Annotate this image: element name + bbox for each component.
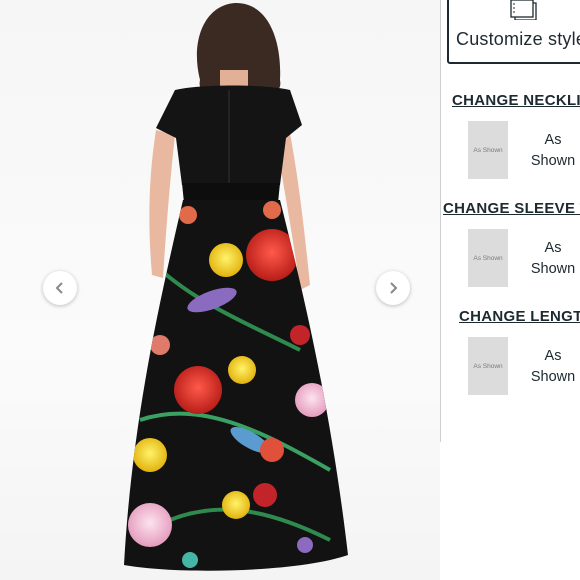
sleeve-option-thumbnail[interactable]: As Shown (468, 229, 508, 287)
change-sleeve-type-link[interactable]: CHANGE SLEEVE TYPE (443, 200, 580, 217)
previous-image-button[interactable] (43, 271, 77, 305)
change-neckline-link[interactable]: CHANGE NECKLINE (452, 92, 580, 109)
option-label-line: Shown (530, 153, 576, 169)
option-label-line: As (544, 132, 562, 148)
chevron-left-icon (55, 282, 63, 294)
option-label-line: As (544, 348, 562, 364)
length-option-label[interactable]: As Shown (526, 346, 580, 388)
option-label-line: Shown (530, 369, 576, 385)
chevron-right-icon (390, 282, 398, 294)
option-label-line: As (544, 240, 562, 256)
length-option-thumbnail[interactable]: As Shown (468, 337, 508, 395)
document-stack-icon (510, 0, 537, 20)
product-image-gallery (0, 0, 440, 580)
customize-style-label: Customize style (456, 29, 580, 49)
option-label-line: Shown (530, 261, 576, 277)
change-length-link[interactable]: CHANGE LENGTH (459, 308, 580, 325)
next-image-button[interactable] (376, 271, 410, 305)
neckline-option-thumbnail[interactable]: As Shown (468, 121, 508, 179)
neckline-option-label[interactable]: As Shown (526, 130, 580, 172)
customize-panel: Customize style CHANGE NECKLINE As Shown… (441, 0, 580, 580)
sleeve-option-label[interactable]: As Shown (526, 238, 580, 280)
customize-style-button[interactable]: Customize style (447, 0, 580, 64)
